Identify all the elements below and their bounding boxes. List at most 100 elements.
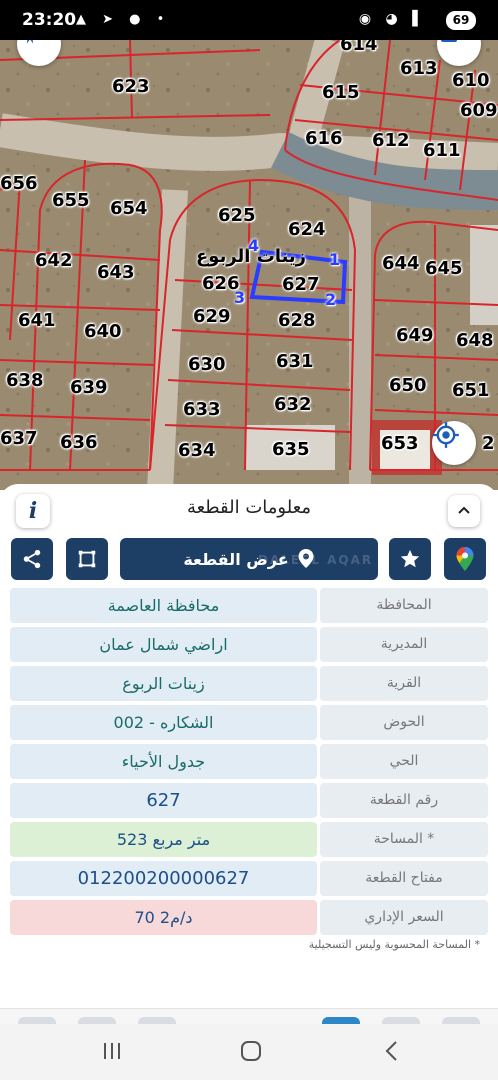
vertex-marker: 2 [325, 290, 337, 309]
area-label: المساحة * [320, 822, 488, 857]
plot-label[interactable]: 640 [84, 321, 122, 342]
plot-label[interactable]: 2 [482, 433, 495, 454]
vertex-marker: 4 [248, 236, 260, 255]
plot-label[interactable]: 610 [452, 70, 490, 91]
google-maps-icon [456, 547, 474, 571]
chevron-up-icon [458, 506, 470, 514]
sheet-title: معلومات القطعة [186, 497, 312, 518]
show-plot-button[interactable]: DALEEL AQAR عرض القطعة [120, 538, 378, 580]
governorate-label: المحافظة [320, 588, 488, 623]
plot-key-label: مفتاح القطعة [320, 861, 488, 896]
plot-label[interactable]: 628 [278, 310, 316, 331]
notification-icons: ▲ ➤ ● • [76, 12, 171, 27]
admin-price-value: 70 د/م2 [10, 900, 317, 935]
plot-label[interactable]: 650 [389, 375, 427, 396]
info-row-admin-price: 70 د/م2 السعر الإداري [10, 900, 488, 935]
plot-label[interactable]: 638 [6, 370, 44, 391]
plot-label[interactable]: 656 [0, 173, 38, 194]
share-button[interactable] [11, 538, 53, 580]
plot-label[interactable]: 615 [322, 82, 360, 103]
neighborhood-label: الحي [320, 744, 488, 779]
info-row-village: زينات الربوع القرية [10, 666, 488, 701]
home-icon [241, 1041, 261, 1061]
plot-label[interactable]: 631 [276, 351, 314, 372]
sheet-header: i معلومات القطعة [0, 484, 498, 536]
plot-number-label: رقم القطعة [320, 783, 488, 818]
selected-plot-label[interactable]: 627 [282, 274, 320, 295]
system-nav-bar [0, 1024, 498, 1080]
directorate-value: اراضي شمال عمان [10, 627, 317, 662]
admin-price-label: السعر الإداري [320, 900, 488, 935]
basin-label: الحوض [320, 705, 488, 740]
neighborhood-value: جدول الأحياء [10, 744, 317, 779]
plot-label[interactable]: 630 [188, 354, 226, 375]
info-row-governorate: محافظة العاصمة المحافظة [10, 588, 488, 623]
plot-label[interactable]: 611 [423, 140, 461, 161]
polygon-button[interactable] [66, 538, 108, 580]
plot-label[interactable]: 651 [452, 380, 490, 401]
info-row-plot-number: 627 رقم القطعة [10, 783, 488, 818]
plot-label[interactable]: 629 [193, 306, 231, 327]
plot-label[interactable]: 612 [372, 130, 410, 151]
favorite-button[interactable] [389, 538, 431, 580]
directorate-label: المديرية [320, 627, 488, 662]
status-time: 23:20 [22, 10, 77, 30]
plot-label[interactable]: 614 [340, 40, 378, 55]
info-row-basin: الشكاره - 002 الحوض [10, 705, 488, 740]
plot-label[interactable]: 634 [178, 440, 216, 461]
bottom-toolbar-peek [0, 1008, 498, 1025]
recents-button[interactable] [92, 1036, 132, 1066]
plot-label[interactable]: 635 [272, 439, 310, 460]
plot-label[interactable]: 613 [400, 58, 438, 79]
polygon-icon [78, 550, 96, 568]
basin-value: الشكاره - 002 [10, 705, 317, 740]
plot-number-value: 627 [10, 783, 317, 818]
plot-key-value: 012200200000627 [10, 861, 317, 896]
plot-label[interactable]: 641 [18, 310, 56, 331]
plot-label[interactable]: 633 [183, 399, 221, 420]
plot-label[interactable]: 655 [52, 190, 90, 211]
plot-label[interactable]: 624 [288, 219, 326, 240]
compass-icon [26, 40, 34, 44]
parcel-map[interactable]: 614 613 610 609 623 615 616 612 611 656 … [0, 40, 498, 490]
back-icon [385, 1041, 397, 1061]
area-value: 523 متر مربع [10, 822, 317, 857]
plot-label[interactable]: 632 [274, 394, 312, 415]
my-location-icon [433, 422, 459, 448]
home-button[interactable] [231, 1036, 271, 1066]
plot-label[interactable]: 644 [382, 253, 420, 274]
plot-label[interactable]: 625 [218, 205, 256, 226]
plot-label[interactable]: 639 [70, 377, 108, 398]
share-icon [23, 549, 41, 569]
collapse-button[interactable] [448, 495, 480, 527]
plot-label[interactable]: 623 [112, 76, 150, 97]
village-label: القرية [320, 666, 488, 701]
plot-label[interactable]: 645 [425, 258, 463, 279]
map-layers-icon [441, 40, 457, 42]
plot-label[interactable]: 649 [396, 325, 434, 346]
system-icons: ◉ ◕ ▌ [358, 11, 428, 27]
vertex-marker: 1 [329, 250, 341, 269]
plot-label[interactable]: 616 [305, 128, 343, 149]
my-location-button[interactable] [432, 421, 476, 465]
status-bar: 23:20 ▲ ➤ ● • ◉ ◕ ▌ 69 [0, 0, 498, 40]
plot-label[interactable]: 609 [460, 100, 498, 121]
plot-label[interactable]: 648 [456, 330, 494, 351]
watermark: DALEEL AQAR [258, 553, 374, 567]
plot-label[interactable]: 643 [97, 262, 135, 283]
info-row-neighborhood: جدول الأحياء الحي [10, 744, 488, 779]
plot-label[interactable]: 653 [381, 433, 419, 454]
info-table: محافظة العاصمة المحافظة اراضي شمال عمان … [10, 588, 488, 939]
plot-label[interactable]: 636 [60, 432, 98, 453]
info-row-directorate: اراضي شمال عمان المديرية [10, 627, 488, 662]
back-button[interactable] [371, 1036, 411, 1066]
star-icon [400, 549, 420, 568]
plot-label[interactable]: 642 [35, 250, 73, 271]
plot-label[interactable]: 637 [0, 428, 38, 449]
google-maps-button[interactable] [444, 538, 486, 580]
vertex-marker: 3 [234, 288, 246, 307]
recents-icon [104, 1043, 120, 1059]
info-row-plot-key: 012200200000627 مفتاح القطعة [10, 861, 488, 896]
governorate-value: محافظة العاصمة [10, 588, 317, 623]
plot-label[interactable]: 654 [110, 198, 148, 219]
